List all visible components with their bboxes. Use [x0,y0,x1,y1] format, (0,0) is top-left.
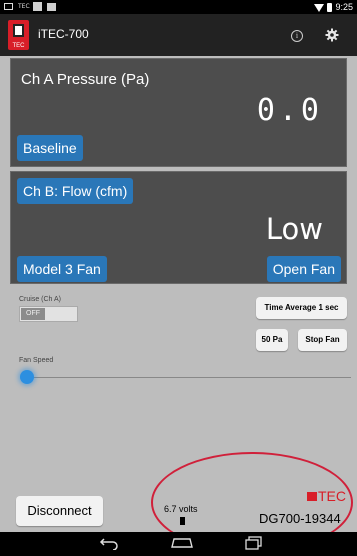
baseline-button[interactable]: Baseline [17,135,83,161]
settings-icon[interactable] [325,28,339,42]
channel-b-panel: Ch B: Flow (cfm) Low Model 3 Fan Open Fa… [10,171,347,284]
fan-model-button[interactable]: Model 3 Fan [17,256,107,282]
cruise-toggle-state: OFF [21,308,45,320]
info-icon[interactable]: i [291,30,303,42]
app-title: iTEC-700 [38,27,89,41]
image-icon [33,2,42,11]
screenshot-icon [4,3,13,10]
app-logo-text: TEC [12,43,25,49]
recents-icon[interactable] [245,536,263,550]
status-right: 9:25 [314,0,353,14]
navigation-bar [0,532,357,556]
pa-setpoint-button[interactable]: 50 Pa [256,329,288,351]
fan-speed-label: Fan Speed [19,357,54,364]
wifi-icon [314,3,325,12]
channel-a-value: 0.0 [256,93,323,128]
time-average-button[interactable]: Time Average 1 sec [256,297,347,319]
disconnect-button[interactable]: Disconnect [16,496,103,526]
fan-speed-slider-track[interactable] [27,377,351,378]
open-fan-button[interactable]: Open Fan [266,256,341,282]
status-bar: TEC 9:25 [0,0,357,14]
download-icon [47,2,56,11]
channel-b-value: Low [265,212,323,246]
channel-a-title: Ch A Pressure (Pa) [21,71,150,88]
fan-speed-slider-thumb[interactable] [20,370,34,384]
status-left-icons: TEC [4,2,56,11]
cruise-toggle[interactable]: OFF [19,306,78,322]
back-icon[interactable] [99,536,119,550]
channel-a-panel: Ch A Pressure (Pa) 0.0 Baseline [10,58,347,167]
app-logo-icon: TEC [8,20,29,50]
status-time: 9:25 [335,2,353,12]
battery-icon [327,2,333,12]
stop-fan-button[interactable]: Stop Fan [298,329,347,351]
channel-b-title-button[interactable]: Ch B: Flow (cfm) [17,178,134,204]
app-bar: TEC iTEC-700 i [0,14,357,56]
home-icon[interactable] [170,536,194,550]
tec-notification-icon: TEC [18,2,30,10]
cruise-label: Cruise (Ch A) [19,296,62,303]
